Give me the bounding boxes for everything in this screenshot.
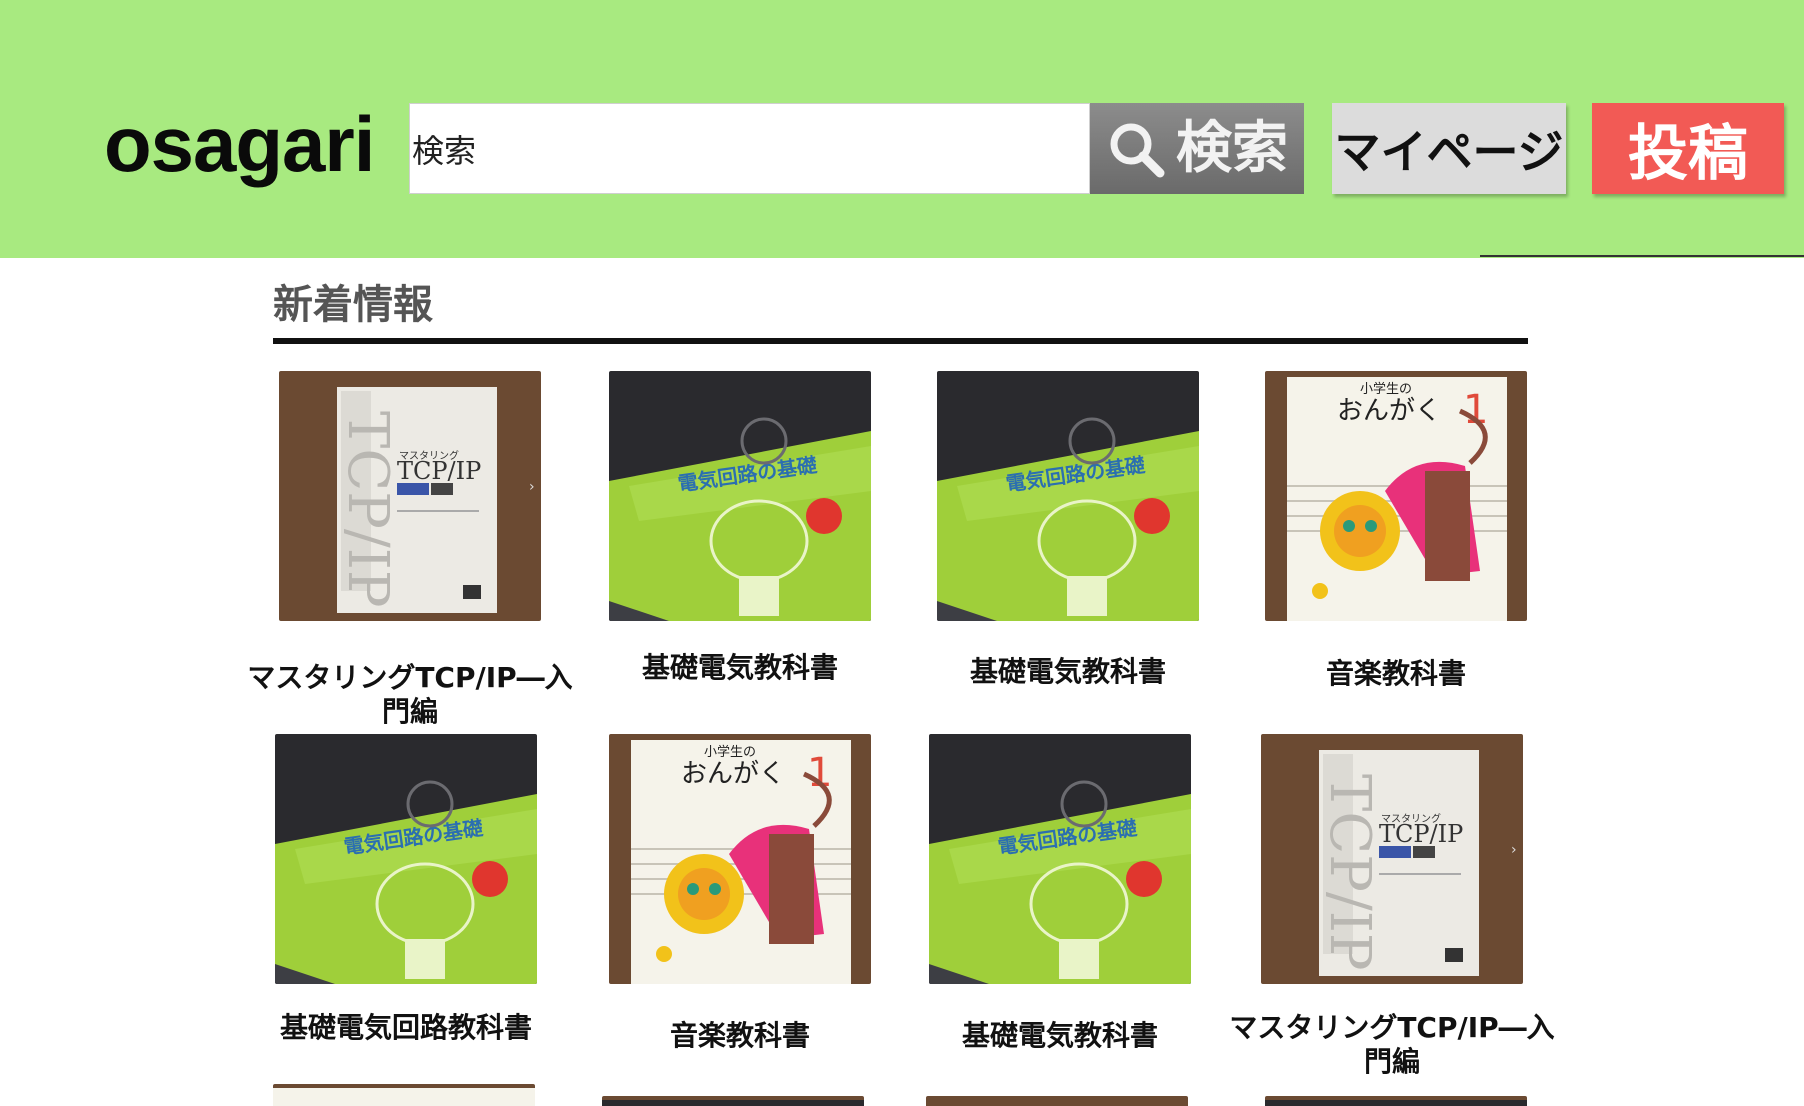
item-thumbnail[interactable] [1265, 1096, 1527, 1106]
item-title[interactable]: 基礎電気教科書 [897, 655, 1239, 689]
search-icon [1110, 123, 1165, 177]
item-card-partial[interactable] [926, 1096, 1188, 1106]
item-card-partial[interactable] [602, 1096, 864, 1106]
svg-text:おんがく: おんがく [681, 759, 785, 789]
search-button-label: 検索 [1176, 115, 1288, 181]
book-cover-image: 電気回路の基礎 [937, 371, 1199, 621]
section-title: 新着情報 [273, 282, 433, 328]
item-title[interactable]: 音楽教科書 [569, 1019, 911, 1053]
item-title[interactable]: マスタリングTCP/IP―入門編 [1221, 1011, 1563, 1079]
header-bar: osagari 検索 マイページ 投稿 [0, 0, 1804, 258]
item-card[interactable]: 小学生の おんがく 1 音楽教科書 [1265, 371, 1527, 690]
item-card[interactable]: TCP/IP マスタリング TCP/IP › マスタリングTCP/IP―入門編 [1229, 734, 1555, 1078]
svg-text:›: › [1511, 842, 1517, 858]
post-button[interactable]: 投稿 [1592, 103, 1784, 194]
item-card[interactable]: 電気回路の基礎 基礎電気教科書 [609, 371, 871, 684]
site-logo[interactable]: osagari [104, 96, 375, 192]
item-title[interactable]: 基礎電気教科書 [889, 1019, 1231, 1053]
svg-text:小学生の: 小学生の [704, 744, 756, 760]
svg-text:TCP/IP: TCP/IP [397, 457, 481, 485]
svg-text:小学生の: 小学生の [1360, 381, 1412, 397]
item-card-partial[interactable] [273, 1084, 535, 1106]
item-thumbnail[interactable]: 電気回路の基礎 [275, 734, 537, 984]
item-thumbnail[interactable]: 電気回路の基礎 [609, 371, 871, 621]
svg-text:›: › [529, 479, 535, 495]
item-thumbnail[interactable]: TCP/IP マスタリング TCP/IP › [1261, 734, 1523, 984]
item-thumbnail[interactable]: 電気回路の基礎 [929, 734, 1191, 984]
header-divider [1480, 255, 1804, 257]
item-card[interactable]: 電気回路の基礎 基礎電気教科書 [929, 734, 1191, 1052]
svg-text:TCP/IP: TCP/IP [335, 411, 400, 608]
search-input[interactable] [410, 104, 1089, 193]
svg-text:TCP/IP: TCP/IP [1379, 820, 1463, 848]
item-thumbnail[interactable] [602, 1096, 864, 1106]
book-cover-image: 小学生の おんがく 1 [1265, 371, 1527, 621]
item-card-partial[interactable] [1265, 1096, 1527, 1106]
item-title[interactable]: 音楽教科書 [1225, 657, 1567, 691]
item-thumbnail[interactable]: 小学生の おんがく 1 [609, 734, 871, 984]
book-cover-image: 小学生の おんがく 1 [609, 734, 871, 984]
svg-text:おんがく: おんがく [1337, 396, 1441, 426]
item-thumbnail[interactable] [926, 1096, 1188, 1106]
item-card[interactable]: 電気回路の基礎 基礎電気教科書 [937, 371, 1199, 688]
svg-text:1: 1 [807, 750, 832, 796]
item-card[interactable]: 小学生の おんがく 1 音楽教科書 [609, 734, 871, 1052]
book-cover-image: TCP/IP マスタリング TCP/IP › [279, 371, 541, 621]
item-card[interactable]: TCP/IP マスタリング TCP/IP › マスタリングTCP/IP―入門編 [247, 371, 573, 728]
book-cover-image: 電気回路の基礎 [275, 734, 537, 984]
book-cover-image: 電気回路の基礎 [929, 734, 1191, 984]
search-button[interactable]: 検索 [1090, 103, 1304, 194]
section-divider [273, 338, 1528, 344]
item-title[interactable]: 基礎電気教科書 [569, 651, 911, 685]
book-cover-image: TCP/IP マスタリング TCP/IP › [1261, 734, 1523, 984]
item-title[interactable]: マスタリングTCP/IP―入門編 [239, 661, 581, 729]
item-thumbnail[interactable]: 小学生の おんがく 1 [1265, 371, 1527, 621]
item-thumbnail[interactable]: TCP/IP マスタリング TCP/IP › [279, 371, 541, 621]
mypage-button[interactable]: マイページ [1332, 103, 1566, 194]
svg-text:1: 1 [1463, 387, 1488, 433]
item-thumbnail[interactable]: 電気回路の基礎 [937, 371, 1199, 621]
search-box[interactable] [409, 103, 1090, 194]
item-title[interactable]: 基礎電気回路教科書 [235, 1011, 577, 1045]
item-card[interactable]: 電気回路の基礎 基礎電気回路教科書 [275, 734, 537, 1044]
book-cover-image: 電気回路の基礎 [609, 371, 871, 621]
svg-text:TCP/IP: TCP/IP [1317, 774, 1382, 971]
item-thumbnail[interactable] [273, 1084, 535, 1106]
